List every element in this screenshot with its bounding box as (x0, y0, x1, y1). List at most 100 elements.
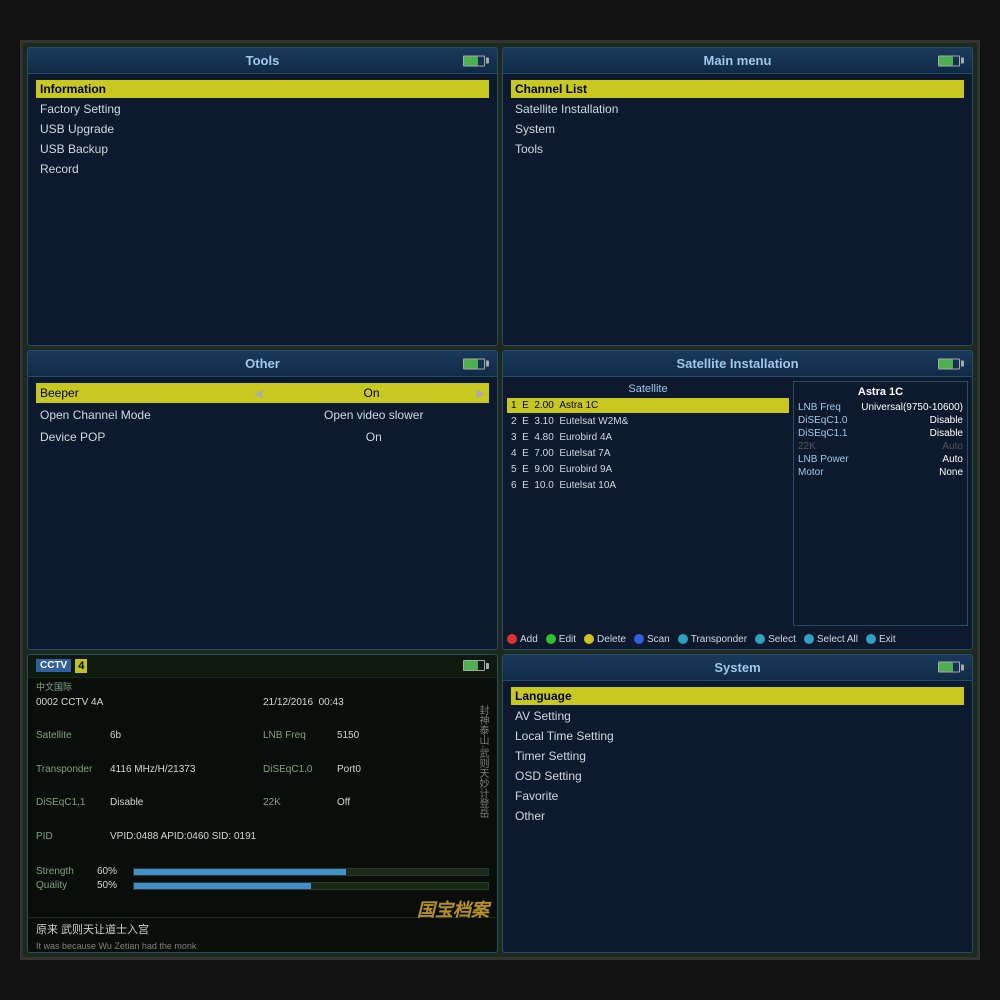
main-menu-item-channel-list[interactable]: Channel List (511, 80, 964, 98)
battery-body (463, 55, 485, 66)
battery-body-3 (463, 358, 485, 369)
sat-item-2[interactable]: 2 E 3.10 Eutelsat W2M& (507, 414, 789, 429)
battery-fill-2 (939, 56, 953, 65)
system-item-timer[interactable]: Timer Setting (511, 747, 964, 765)
channel-subtitle: 中文国际 (28, 678, 497, 693)
quality-bar-container (133, 882, 489, 890)
sat-item-3[interactable]: 3 E 4.80 Eurobird 4A (507, 430, 789, 445)
edit-label: Edit (559, 634, 576, 645)
motor-label: Motor (798, 467, 824, 478)
exit-label: Exit (879, 634, 896, 645)
k22-value: Auto (942, 441, 963, 452)
strength-bar-row: Strength 60% (36, 866, 489, 877)
tools-item-information[interactable]: Information (36, 80, 489, 98)
other-setting-beeper[interactable]: Beeper ◀ On ▶ (36, 383, 489, 403)
sat-btn-add[interactable]: Add (507, 634, 538, 645)
battery-tip-4 (961, 361, 964, 367)
tools-item-record[interactable]: Record (36, 160, 489, 178)
battery-body-5 (463, 660, 485, 671)
sat-btn-delete[interactable]: Delete (584, 634, 626, 645)
select-all-dot (804, 634, 814, 644)
main-menu-panel: Main menu Channel List Satellite Install… (502, 47, 973, 346)
signal-datetime: 21/12/2016 00:43 (263, 697, 489, 730)
transponder-val: 4116 MHz/H/21373 (110, 764, 195, 797)
sat-btn-select-all[interactable]: Select All (804, 634, 858, 645)
scan-label: Scan (647, 634, 670, 645)
sat-detail-motor: Motor None (798, 467, 963, 478)
lnb-label: LNB Freq (263, 730, 333, 763)
signal-satellite-row: Satellite 6b (36, 730, 262, 763)
sat-detail-title: Astra 1C (798, 386, 963, 400)
main-menu-item-satellite[interactable]: Satellite Installation (511, 100, 964, 118)
beeper-label: Beeper (40, 386, 250, 400)
sat-item-5[interactable]: 5 E 9.00 Eurobird 9A (507, 462, 789, 477)
signal-pid-row: PID VPID:0488 APID:0460 SID: 0191 (36, 831, 489, 864)
signal-code-name: 0002 CCTV 4A (36, 697, 262, 730)
watermark: 国宝档案 (417, 896, 489, 922)
other-setting-channel-mode[interactable]: Open Channel Mode Open video slower (36, 405, 489, 425)
caption-en: It was because Wu Zetian had the monk (28, 940, 497, 952)
tools-item-usb-upgrade[interactable]: USB Upgrade (36, 120, 489, 138)
tools-panel: Tools Information Factory Setting USB Up… (27, 47, 498, 346)
sat-detail-diseqc10: DiSEqC1.0 Disable (798, 415, 963, 426)
sat-detail-22k: 22K Auto (798, 441, 963, 452)
satellite-content: Satellite 1 E 2.00 Astra 1C 2 E 3.10 Eut… (503, 377, 972, 629)
sat-btn-transponder[interactable]: Transponder (678, 634, 747, 645)
satellite-list-header: Satellite (507, 381, 789, 397)
tools-title: Tools (246, 53, 280, 68)
sig-diseqc10-label: DiSEqC1.0 (263, 764, 333, 797)
signal-diseqc11-row: DiSEqC1.1 Disable (36, 797, 262, 830)
strength-pct: 60% (97, 866, 127, 877)
battery-fill-4 (939, 359, 953, 368)
main-menu-item-tools[interactable]: Tools (511, 140, 964, 158)
transponder-dot (678, 634, 688, 644)
system-item-language[interactable]: Language (511, 687, 964, 705)
system-item-other[interactable]: Other (511, 807, 964, 825)
sat-item-4[interactable]: 4 E 7.00 Eutelsat 7A (507, 446, 789, 461)
sig-diseqc10-val: Port0 (337, 764, 361, 797)
sig-22k-val: Off (337, 797, 350, 830)
main-menu-header: Main menu (503, 48, 972, 74)
pid-val: VPID:0488 APID:0460 SID: 0191 (110, 831, 256, 864)
sig-diseqc11-val: Disable (110, 797, 143, 830)
device-pop-value: On (263, 430, 486, 444)
sat-item-6[interactable]: 6 E 10.0 Eutelsat 10A (507, 478, 789, 493)
other-setting-device-pop[interactable]: Device POP On (36, 427, 489, 447)
transponder-label: Transponder (691, 634, 747, 645)
battery-icon-3 (463, 358, 489, 369)
system-item-av[interactable]: AV Setting (511, 707, 964, 725)
tools-item-factory[interactable]: Factory Setting (36, 100, 489, 118)
battery-icon-4 (938, 358, 964, 369)
system-item-favorite[interactable]: Favorite (511, 787, 964, 805)
quality-pct: 50% (97, 880, 127, 891)
main-menu-item-system[interactable]: System (511, 120, 964, 138)
other-title: Other (245, 356, 280, 371)
tools-item-usb-backup[interactable]: USB Backup (36, 140, 489, 158)
channel-datetime: 21/12/2016 00:43 (263, 697, 344, 730)
sat-item-1[interactable]: 1 E 2.00 Astra 1C (507, 398, 789, 413)
add-dot (507, 634, 517, 644)
sat-btn-exit[interactable]: Exit (866, 634, 896, 645)
sat-btn-edit[interactable]: Edit (546, 634, 576, 645)
satellite-val: 6b (110, 730, 121, 763)
battery-icon (463, 55, 489, 66)
delete-label: Delete (597, 634, 626, 645)
motor-value: None (939, 467, 963, 478)
beeper-value: On (267, 386, 477, 400)
sat-detail-lnb-freq: LNB Freq Universal(9750-10600) (798, 402, 963, 413)
system-panel: System Language AV Setting Local Time Se… (502, 654, 973, 953)
battery-body-2 (938, 55, 960, 66)
battery-tip (486, 58, 489, 64)
sat-btn-select[interactable]: Select (755, 634, 796, 645)
device-pop-label: Device POP (40, 430, 263, 444)
other-panel: Other Beeper ◀ On ▶ Open Channel Mode (27, 350, 498, 649)
system-item-osd[interactable]: OSD Setting (511, 767, 964, 785)
signal-content: 0002 CCTV 4A 21/12/2016 00:43 Satellite … (28, 693, 497, 917)
battery-fill (464, 56, 478, 65)
system-item-local-time[interactable]: Local Time Setting (511, 727, 964, 745)
sat-detail-diseqc11: DiSEqC1.1 Disable (798, 428, 963, 439)
signal-diseqc10-row: DiSEqC1.0 Port0 (263, 764, 489, 797)
battery-fill-6 (939, 663, 953, 672)
sat-btn-scan[interactable]: Scan (634, 634, 670, 645)
select-dot (755, 634, 765, 644)
